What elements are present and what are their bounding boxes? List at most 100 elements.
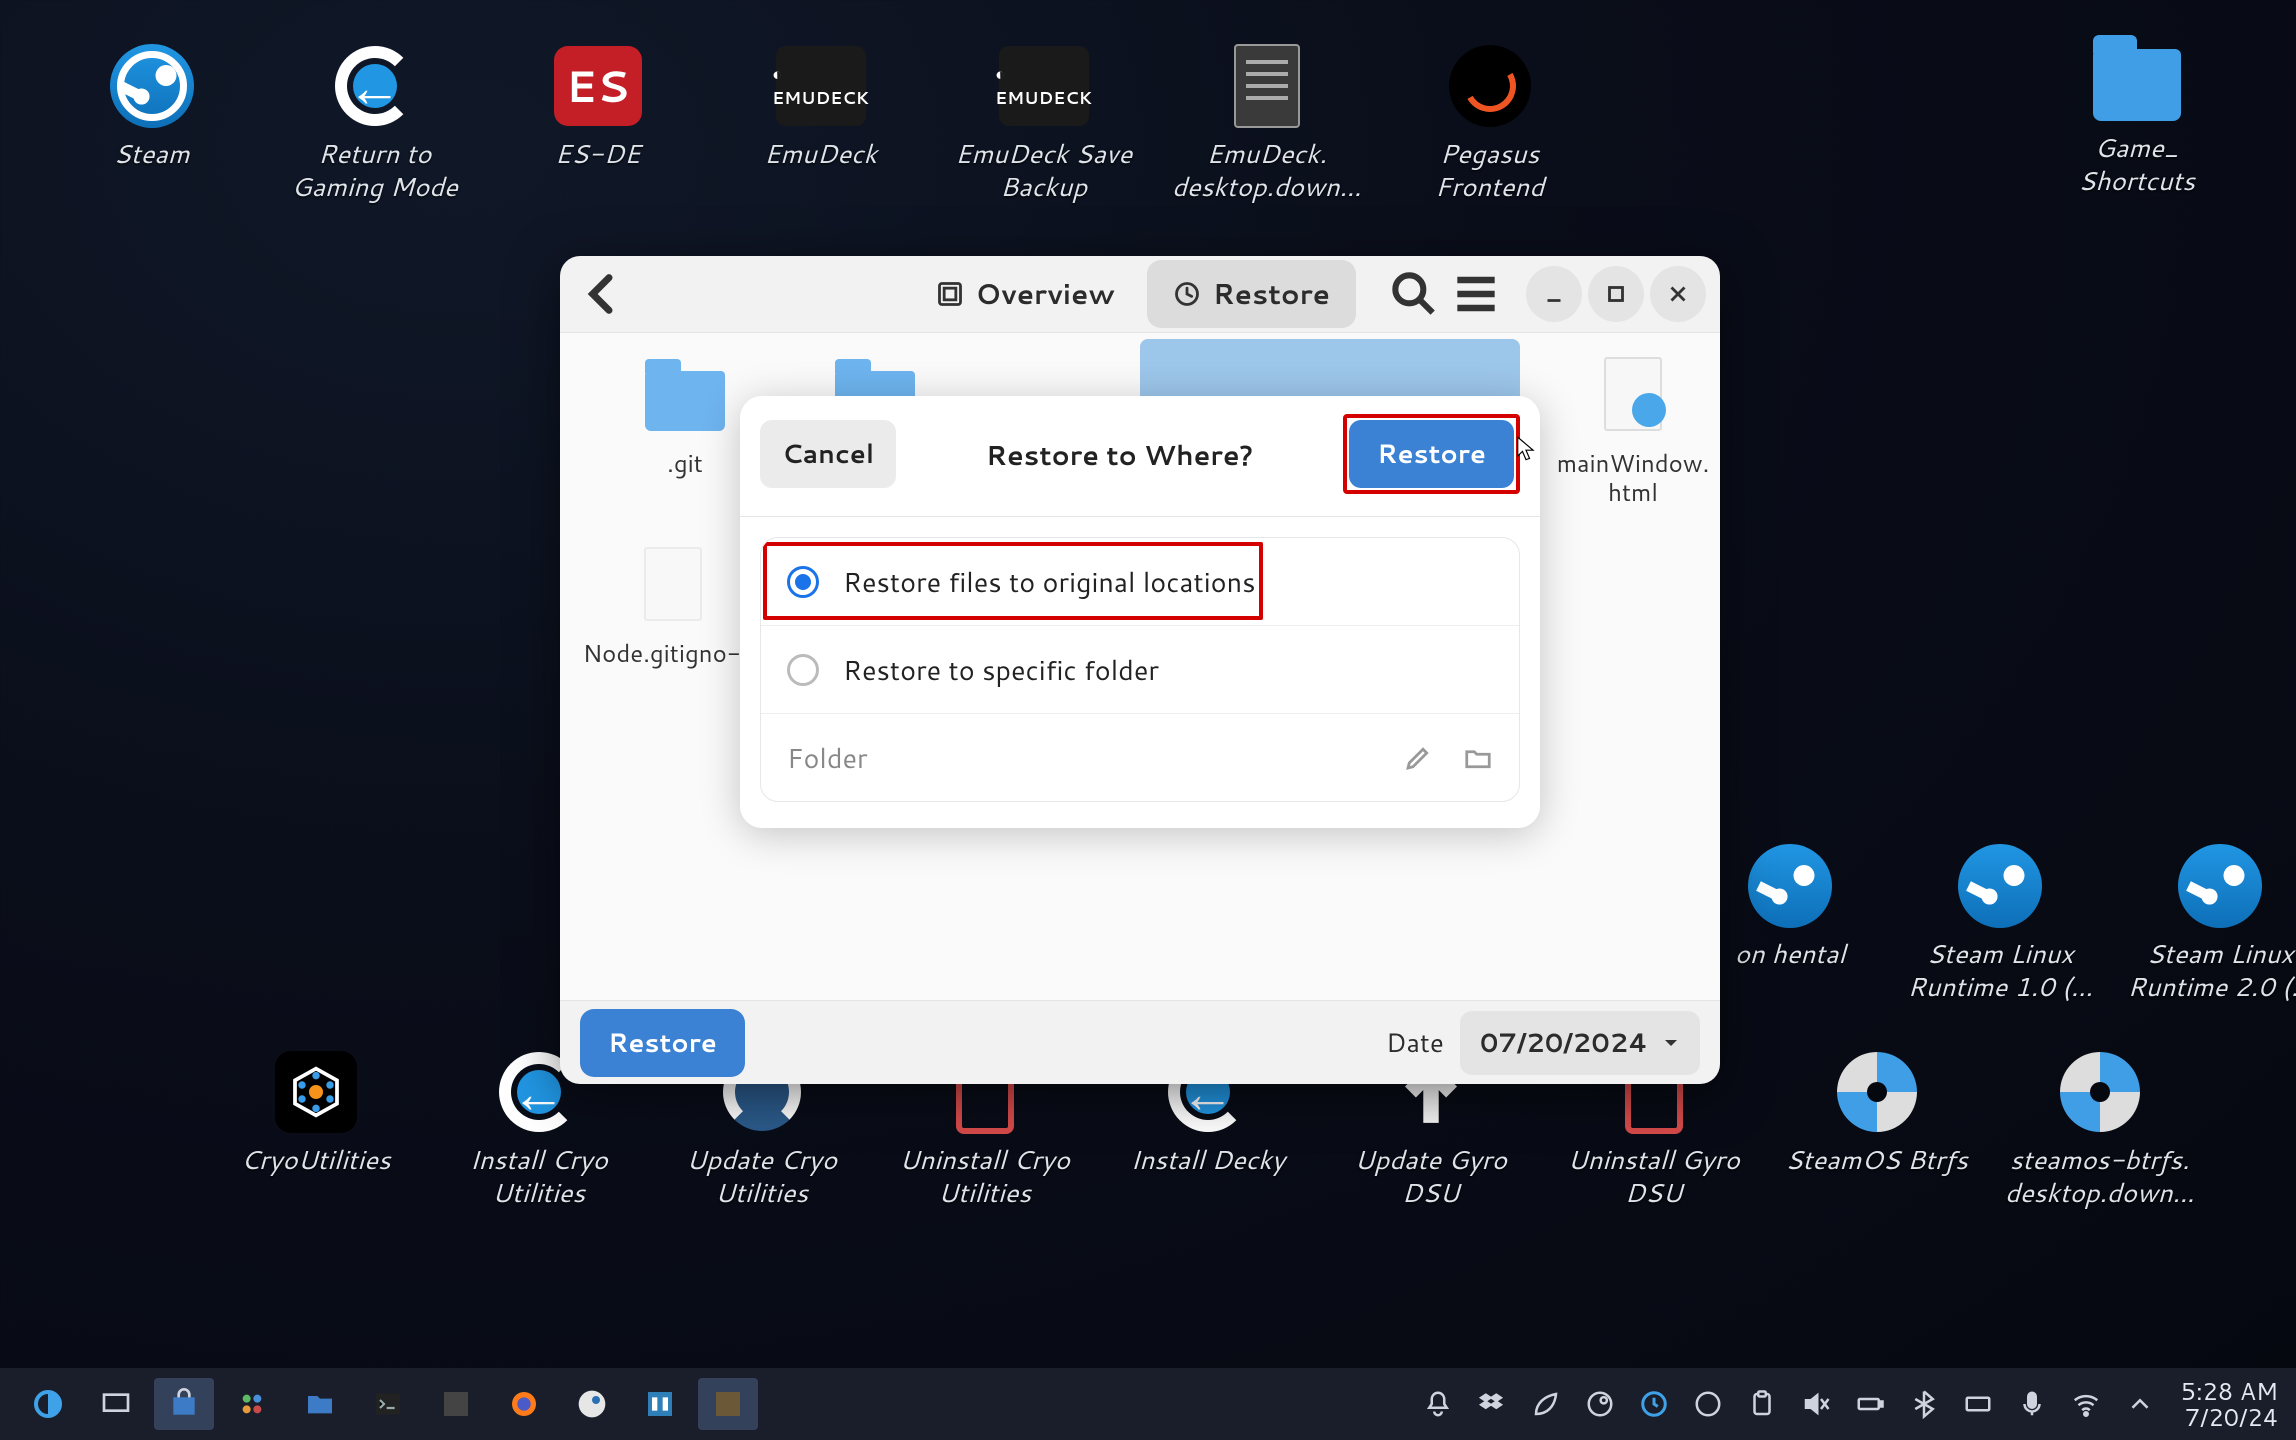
minimize-icon: [1541, 281, 1567, 307]
desktop-right-partial: on hental Steam Linux Runtime 1.0 (... S…: [1690, 824, 2296, 1024]
dialog-header: Cancel Restore to Where? Restore: [740, 396, 1540, 516]
option-label: Restore to specific folder: [843, 650, 1159, 689]
dropbox-icon[interactable]: [1477, 1389, 1507, 1419]
file-icon: [644, 547, 702, 621]
bell-icon[interactable]: [1423, 1389, 1453, 1419]
overview-icon: [936, 280, 964, 308]
task-app1[interactable]: [426, 1378, 486, 1430]
battery-icon[interactable]: [1855, 1389, 1885, 1419]
close-button[interactable]: [1650, 266, 1706, 322]
system-tray: [1423, 1389, 2155, 1419]
back-button[interactable]: [574, 266, 630, 322]
folder-icon: [645, 371, 725, 431]
desktop-icon-steam[interactable]: Steam: [40, 24, 263, 224]
task-settings[interactable]: [222, 1378, 282, 1430]
keyboard-icon[interactable]: [1963, 1389, 1993, 1419]
file-icon: [1234, 44, 1300, 128]
date-picker[interactable]: 07/20/2024: [1460, 1011, 1700, 1075]
disc-icon: [2060, 1052, 2140, 1132]
icon-label: CryoUtilities: [240, 1144, 390, 1177]
desktop-icon-emudeck-down[interactable]: EmuDeck. desktop.down...: [1155, 24, 1378, 224]
pencil-icon[interactable]: [1403, 743, 1433, 773]
mic-icon[interactable]: [2017, 1389, 2047, 1419]
cryo-icon: [275, 1051, 357, 1133]
clipboard-icon[interactable]: [1747, 1389, 1777, 1419]
task-firefox[interactable]: [494, 1378, 554, 1430]
icon-label: Return to Gaming Mode: [275, 138, 475, 203]
task-files[interactable]: [290, 1378, 350, 1430]
close-icon: [1665, 281, 1691, 307]
icon-label: Uninstall Gyro DSU: [1554, 1144, 1754, 1209]
steam-tray-icon[interactable]: [1585, 1389, 1615, 1419]
icon-label: Install Decky: [1130, 1144, 1285, 1177]
start-button[interactable]: [18, 1378, 78, 1430]
icon-label: Install Cryo Utilities: [439, 1144, 639, 1209]
icon-label: EmuDeck: [764, 138, 877, 171]
desktop-icon-return-gaming[interactable]: ← Return to Gaming Mode: [263, 24, 486, 224]
steam-icon: [2178, 844, 2262, 928]
hamburger-icon: [1448, 266, 1504, 322]
task-steam[interactable]: [562, 1378, 622, 1430]
restore-icon: [1173, 280, 1201, 308]
window-bottombar: Restore Date 07/20/2024: [560, 1000, 1720, 1084]
emudeck-icon: ◐ EMUDECK: [776, 46, 866, 126]
radio-unselected[interactable]: [787, 654, 819, 686]
option-specific-folder[interactable]: Restore to specific folder: [761, 625, 1519, 713]
tab-restore[interactable]: Restore: [1147, 260, 1356, 328]
desktop-icon-runtime2[interactable]: Steam Linux Runtime 2.0 (...: [2110, 824, 2296, 1024]
bluetooth-icon[interactable]: [1909, 1389, 1939, 1419]
wifi-icon[interactable]: [2071, 1389, 2101, 1419]
restore-button[interactable]: Restore: [580, 1009, 745, 1077]
steam-icon: [1958, 844, 2042, 928]
date-label: Date: [1386, 1025, 1444, 1061]
clock[interactable]: 5:28 AM 7/20/24: [2181, 1378, 2278, 1431]
desktop-icon-steamos-btrfs-down[interactable]: steamos-btrfs. desktop.down...: [1988, 1030, 2211, 1230]
task-terminal[interactable]: [358, 1378, 418, 1430]
icon-label: Pegasus Frontend: [1390, 138, 1590, 203]
desktop-icon-pegasus[interactable]: Pegasus Frontend: [1378, 24, 1601, 224]
desktop-icon-emudeck-save[interactable]: ◐ EMUDECK EmuDeck Save Backup: [932, 24, 1155, 224]
desktop-icon-game-shortcuts[interactable]: Game_ Shortcuts: [2025, 18, 2248, 218]
esde-icon: ES: [554, 46, 642, 126]
restore-confirm-button[interactable]: Restore: [1349, 420, 1514, 488]
option-original-location[interactable]: Restore files to original locations: [761, 538, 1519, 625]
volume-muted-icon[interactable]: [1801, 1389, 1831, 1419]
chevron-up-icon[interactable]: [2125, 1389, 2155, 1419]
icon-label: EmuDeck Save Backup: [944, 138, 1144, 203]
pegasus-icon: [1449, 45, 1531, 127]
desktop-icon-steamos-btrfs[interactable]: SteamOS Btrfs: [1765, 1030, 1988, 1230]
maximize-button[interactable]: [1588, 266, 1644, 322]
file-item-mainwindow[interactable]: mainWindow. html: [1538, 347, 1720, 507]
task-app2[interactable]: [630, 1378, 690, 1430]
cancel-button[interactable]: Cancel: [760, 420, 896, 488]
leaf-icon[interactable]: [1531, 1389, 1561, 1419]
desktop-icon-esde[interactable]: ES ES-DE: [486, 24, 709, 224]
search-button[interactable]: [1386, 266, 1442, 322]
update-icon[interactable]: [1639, 1389, 1669, 1419]
task-backup-app[interactable]: [698, 1378, 758, 1430]
titlebar: Overview Restore: [560, 256, 1720, 332]
task-store[interactable]: [154, 1378, 214, 1430]
folder-path-row: Folder: [761, 713, 1519, 801]
desktop-icon-emudeck[interactable]: ◐ EMUDECK EmuDeck: [709, 24, 932, 224]
minimize-button[interactable]: [1526, 266, 1582, 322]
icon-label: SteamOS Btrfs: [1785, 1144, 1967, 1177]
icon-label: Uninstall Cryo Utilities: [885, 1144, 1085, 1209]
disc-icon: [1837, 1052, 1917, 1132]
tab-label: Overview: [976, 274, 1115, 314]
desktop-icon-cryo[interactable]: CryoUtilities: [204, 1030, 427, 1230]
date-value: 07/20/2024: [1480, 1025, 1648, 1061]
task-desktop[interactable]: [86, 1378, 146, 1430]
icon-label: ES-DE: [555, 138, 641, 171]
tab-overview[interactable]: Overview: [910, 260, 1141, 328]
restore-options: Restore files to original locations Rest…: [760, 537, 1520, 802]
folder-open-icon[interactable]: [1463, 743, 1493, 773]
desktop-icon-runtime1[interactable]: Steam Linux Runtime 1.0 (...: [1890, 824, 2110, 1024]
steam-icon: [1748, 844, 1832, 928]
icon-label: Update Cryo Utilities: [662, 1144, 862, 1209]
taskbar: 5:28 AM 7/20/24: [0, 1368, 2296, 1440]
desktop-icon-proton[interactable]: on hental: [1690, 824, 1890, 1024]
menu-button[interactable]: [1448, 266, 1504, 322]
highlight-restore: Restore: [1343, 414, 1520, 494]
power-icon[interactable]: [1693, 1389, 1723, 1419]
